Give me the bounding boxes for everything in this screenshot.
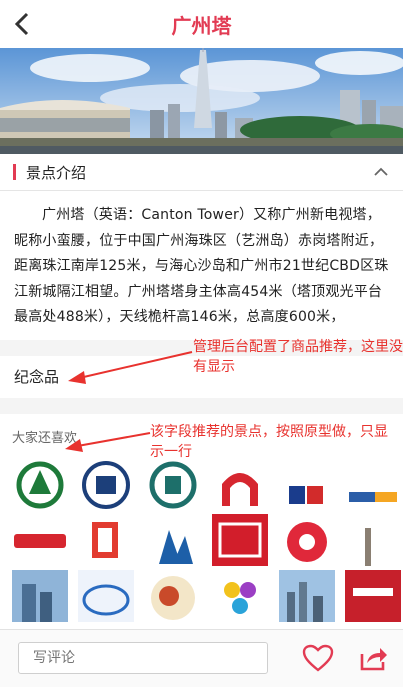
recommend-item[interactable]	[145, 458, 201, 510]
recommend-item[interactable]	[279, 570, 335, 622]
intro-heading: 景点介绍	[26, 164, 87, 182]
divider	[0, 398, 403, 414]
annotation-note: 管理后台配置了商品推荐，这里没有显示	[193, 339, 403, 375]
recommend-grid	[12, 458, 403, 628]
intro-text: 广州塔（英语：Canton Tower）又称广州新电视塔，昵称小蛮腰，位于中国广…	[14, 207, 389, 325]
recommend-item[interactable]	[12, 514, 68, 566]
recommend-item[interactable]	[78, 458, 134, 510]
recommend-item[interactable]	[145, 514, 201, 566]
annotation-note: 该字段推荐的景点，按照原型做，只显示一行	[150, 424, 388, 460]
page-title: 广州塔	[171, 14, 232, 38]
recommend-item[interactable]	[78, 514, 134, 566]
share-icon[interactable]	[358, 644, 388, 672]
recommend-item[interactable]	[145, 570, 201, 622]
recommend-item[interactable]	[345, 514, 401, 566]
hero-image	[0, 48, 403, 154]
recommend-item[interactable]	[12, 570, 68, 622]
comment-input[interactable]	[18, 642, 268, 674]
recommend-item[interactable]	[212, 458, 268, 510]
recommend-item[interactable]	[212, 570, 268, 622]
top-bar: 广州塔	[0, 0, 403, 48]
intro-section-header[interactable]: 景点介绍	[0, 154, 403, 191]
recommend-item[interactable]	[78, 570, 134, 622]
recommend-item[interactable]	[212, 514, 268, 566]
recommend-item[interactable]	[279, 458, 335, 510]
recommend-item[interactable]	[279, 514, 335, 566]
section-accent-bar	[13, 164, 16, 180]
recommend-item[interactable]	[345, 570, 401, 622]
recommend-item[interactable]	[345, 458, 401, 510]
bottom-bar	[0, 629, 403, 687]
recommend-item[interactable]	[12, 458, 68, 510]
chevron-up-icon[interactable]	[373, 164, 389, 178]
recommend-heading: 大家还喜欢	[12, 431, 78, 446]
souvenir-heading: 纪念品	[14, 368, 60, 386]
heart-icon[interactable]	[302, 644, 334, 672]
